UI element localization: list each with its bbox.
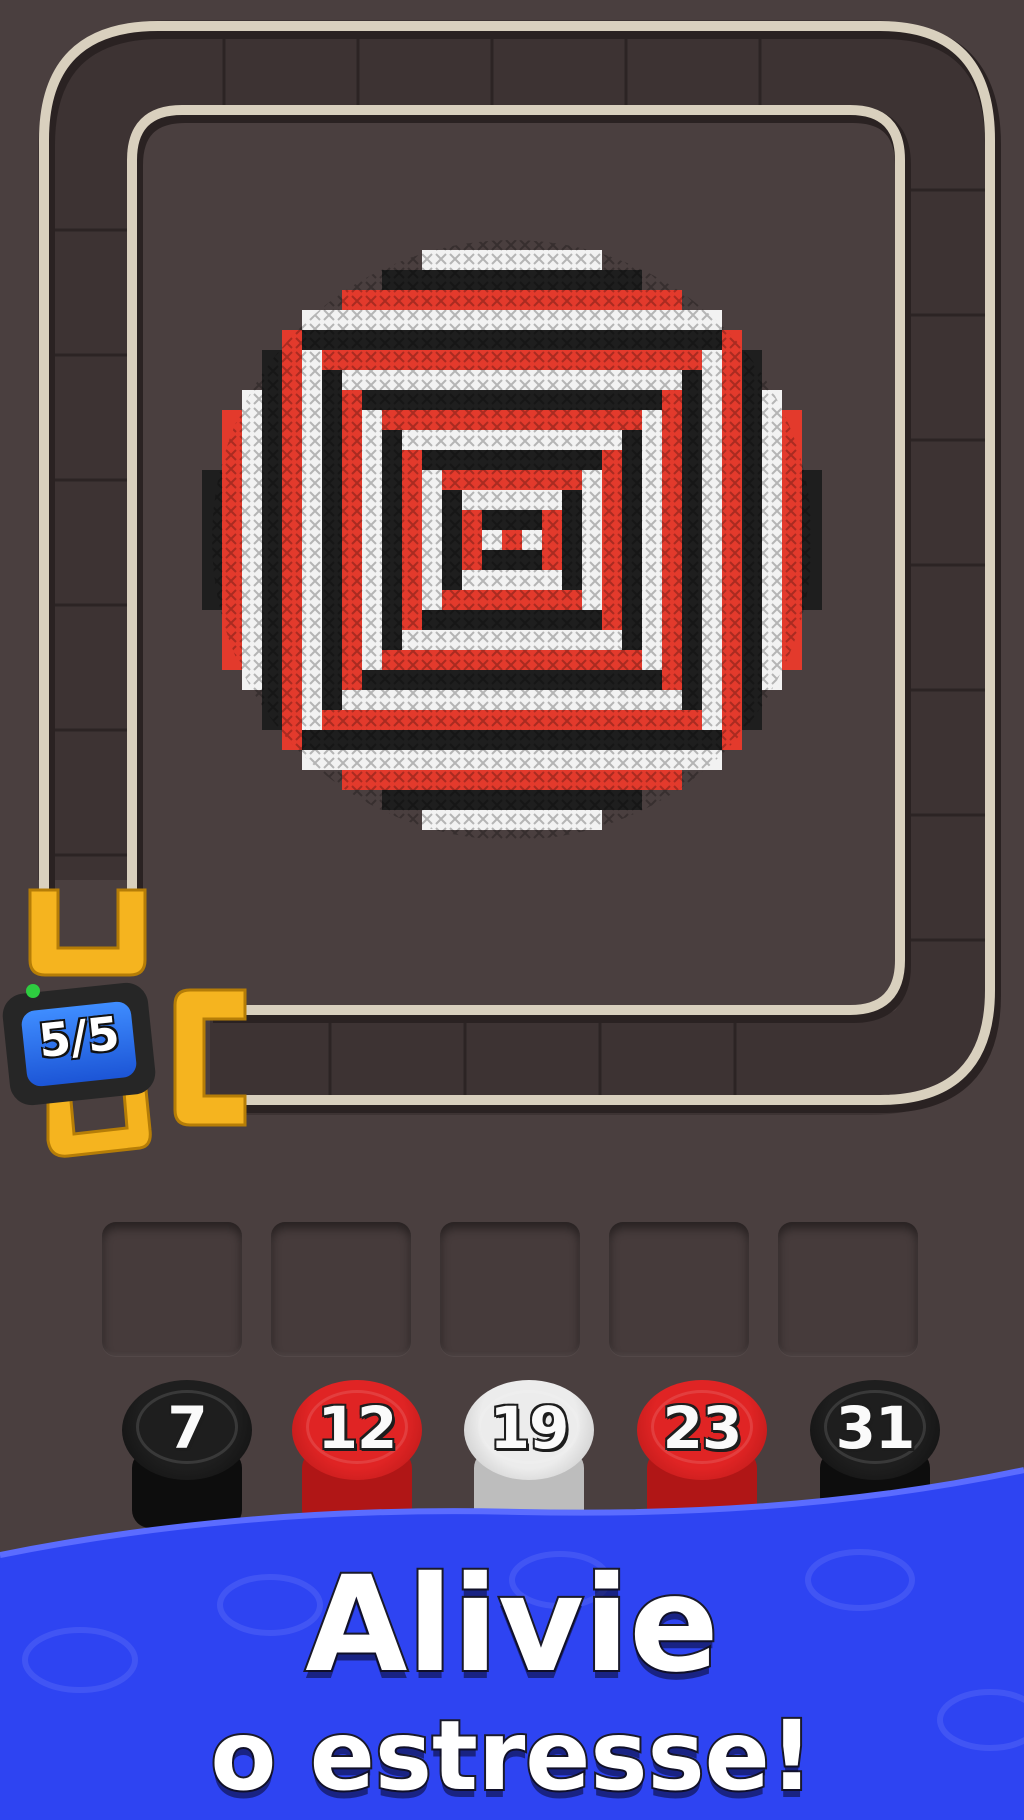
top-clip <box>28 888 147 977</box>
stitch-texture <box>212 240 812 840</box>
status-light <box>26 984 40 998</box>
spool-number: 7 <box>167 1394 207 1462</box>
empty-slot-1[interactable] <box>102 1222 242 1356</box>
cross-stitch-artwork <box>202 240 822 840</box>
headline-line-2: o estresse! <box>208 1698 815 1814</box>
spool-number: 12 <box>317 1394 398 1462</box>
thread-counter: 5/5 <box>0 980 158 1108</box>
empty-slot-4[interactable] <box>609 1222 749 1356</box>
spool-number: 19 <box>489 1394 570 1462</box>
spool-number: 23 <box>662 1394 743 1462</box>
empty-slot-5[interactable] <box>778 1222 918 1356</box>
spool-number: 31 <box>835 1394 916 1462</box>
empty-slot-3[interactable] <box>440 1222 580 1356</box>
empty-slot-2[interactable] <box>271 1222 411 1356</box>
headline-line-1: Alivie <box>303 1546 720 1704</box>
game-board <box>28 20 1001 1158</box>
